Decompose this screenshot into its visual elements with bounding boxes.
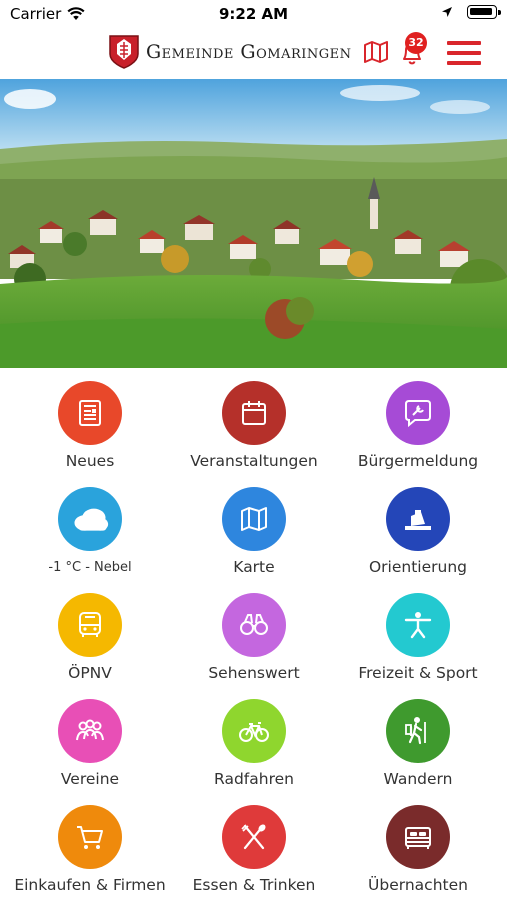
tile-sehenswert[interactable]: Sehenswert — [170, 584, 338, 684]
hiker-icon — [386, 699, 450, 763]
wrench-chat-icon — [386, 381, 450, 445]
tile-label: Radfahren — [214, 770, 294, 788]
binoculars-icon — [222, 593, 286, 657]
tile-radfahren[interactable]: Radfahren — [170, 690, 338, 790]
status-right — [441, 5, 501, 19]
group-icon — [58, 699, 122, 763]
bed-icon — [386, 805, 450, 869]
notification-badge: 32 — [405, 32, 427, 54]
tile-label: Karte — [233, 558, 275, 576]
tile-label: Bürgermeldung — [357, 452, 479, 470]
tile-label: ÖPNV — [68, 664, 112, 682]
person-sport-icon — [386, 593, 450, 657]
tile-buergermeldung[interactable]: Bürgermeldung — [334, 372, 502, 472]
hero-image — [0, 79, 507, 368]
map-icon[interactable] — [363, 40, 389, 64]
tile-freizeit-sport[interactable]: Freizeit & Sport — [334, 584, 502, 684]
tile-label: Übernachten — [368, 876, 468, 894]
map-icon — [222, 487, 286, 551]
cloud-icon — [58, 487, 122, 551]
tile-label: Essen & Trinken — [192, 876, 316, 894]
cart-icon — [58, 805, 122, 869]
tile-label: Einkaufen & Firmen — [14, 876, 166, 894]
tile-orientierung[interactable]: Orientierung — [334, 478, 502, 578]
landscape-illustration — [0, 79, 507, 368]
tile-oepnv[interactable]: ÖPNV — [6, 584, 174, 684]
battery-icon — [467, 5, 501, 19]
tile-essen-trinken[interactable]: Essen & Trinken — [170, 796, 338, 896]
tile-label: Orientierung — [368, 558, 468, 576]
tile-label: Wandern — [383, 770, 453, 788]
tile-einkaufen[interactable]: Einkaufen & Firmen — [6, 796, 174, 896]
tile-wetter[interactable]: -1 °C - Nebel — [6, 478, 174, 578]
tile-veranstaltungen[interactable]: Veranstaltungen — [170, 372, 338, 472]
location-arrow-icon — [442, 7, 452, 17]
tile-uebernachten[interactable]: Übernachten — [334, 796, 502, 896]
cutlery-icon — [222, 805, 286, 869]
tile-label: Veranstaltungen — [190, 452, 318, 470]
sign-icon — [386, 487, 450, 551]
status-time: 9:22 AM — [218, 5, 289, 23]
tile-karte[interactable]: Karte — [170, 478, 338, 578]
crest-icon — [109, 35, 139, 69]
logo[interactable]: Gemeinde Gomaringen — [108, 34, 352, 70]
calendar-icon — [222, 381, 286, 445]
hamburger-menu-icon[interactable] — [447, 41, 481, 65]
bus-icon — [58, 593, 122, 657]
status-bar: Carrier 9:22 AM — [0, 0, 507, 28]
tile-label: -1 °C - Nebel — [48, 560, 132, 575]
tile-neues[interactable]: Neues — [6, 372, 174, 472]
tile-wandern[interactable]: Wandern — [334, 690, 502, 790]
tile-label: Neues — [65, 452, 115, 470]
bicycle-icon — [222, 699, 286, 763]
app-title: Gemeinde Gomaringen — [146, 41, 352, 63]
newspaper-icon — [58, 381, 122, 445]
app-header: Gemeinde Gomaringen 32 — [0, 28, 507, 78]
tile-label: Sehenswert — [208, 664, 300, 682]
tile-label: Vereine — [60, 770, 120, 788]
tile-vereine[interactable]: Vereine — [6, 690, 174, 790]
tile-label: Freizeit & Sport — [358, 664, 478, 682]
